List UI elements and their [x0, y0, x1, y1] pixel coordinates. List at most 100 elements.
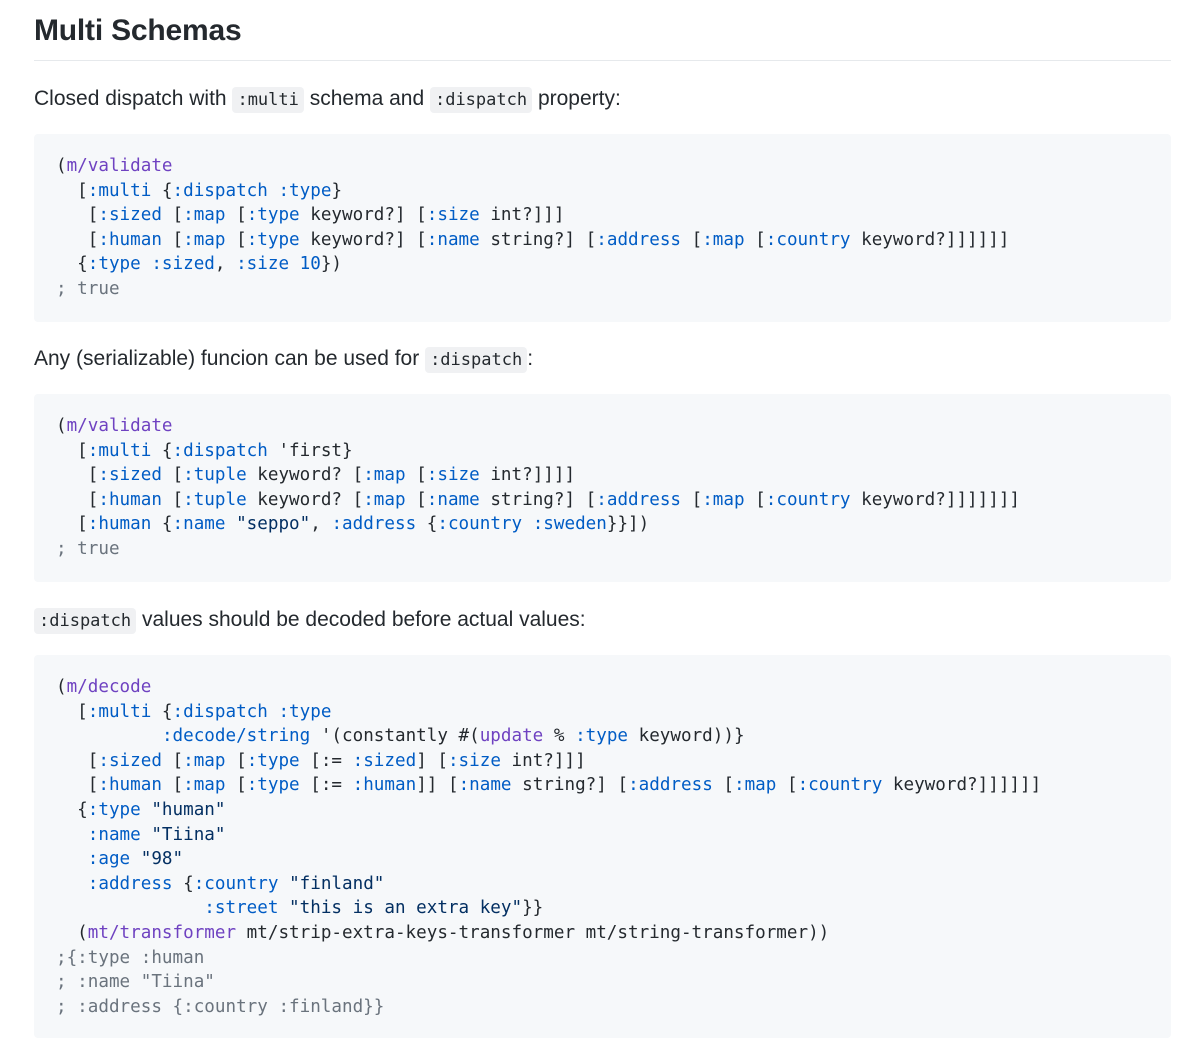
code-keyword: :decode/string — [161, 726, 311, 747]
code-line: (m/validate — [56, 154, 1009, 179]
code-line: [:human [:map [:type [:= :human]] [:name… — [56, 773, 1041, 798]
code-line: :decode/string '(constantly #(update % :… — [56, 724, 1041, 749]
code-number: 10 — [299, 254, 321, 275]
code-text: [ — [161, 750, 184, 771]
code-keyword: :address — [628, 775, 713, 796]
code-keyword: :size — [426, 465, 480, 486]
code-text: }) — [320, 254, 343, 275]
code-function: update — [479, 726, 544, 747]
code-line: ; :address {:country :finland}} — [56, 995, 1041, 1020]
code-text: [ — [161, 775, 184, 796]
code-keyword: :human — [87, 514, 152, 535]
code-text: int?]]] — [479, 205, 565, 226]
code-text: [ — [161, 465, 184, 486]
code-string: "seppo" — [236, 514, 311, 535]
code-text: [ — [56, 229, 99, 250]
code-keyword: :sized — [98, 205, 162, 226]
code-text: { — [172, 873, 194, 894]
code-text: ]] [ — [416, 775, 459, 796]
code-text: keyword?] [ — [299, 205, 427, 226]
code-keyword: :type — [246, 775, 300, 796]
paragraph-decode-dispatch: :dispatch values should be decoded befor… — [34, 605, 586, 636]
code-line: (mt/transformer mt/strip-extra-keys-tran… — [56, 921, 1041, 946]
inline-code-dispatch: :dispatch — [425, 347, 528, 373]
code-line: {:type "human" — [56, 798, 1041, 823]
code-keyword: :type — [87, 799, 141, 820]
code-keyword: :type — [246, 205, 300, 226]
code-text: [ — [225, 205, 247, 226]
code-keyword: :name — [458, 775, 512, 796]
code-comment: ; :address {:country :finland}} — [56, 996, 385, 1017]
code-keyword: :map — [183, 205, 226, 226]
code-line: :age "98" — [56, 847, 1041, 872]
code-keyword: :tuple — [183, 489, 247, 510]
code-text: [ — [56, 701, 88, 722]
code-keyword: :country — [437, 514, 523, 535]
code-keyword: :size — [236, 254, 290, 275]
code-keyword: :type — [87, 254, 141, 275]
code-text: [ — [225, 229, 247, 250]
code-text: { — [151, 440, 173, 461]
code-line: [:human {:name "seppo", :address {:count… — [56, 512, 1020, 537]
code-function: m/decode — [66, 677, 152, 697]
code-keyword: :tuple — [183, 465, 247, 486]
code-line: [:human [:tuple keyword? [:map [:name st… — [56, 488, 1020, 513]
code-text: { — [151, 701, 173, 722]
code-keyword: :name — [87, 824, 141, 845]
code-function: mt/transformer — [87, 922, 237, 943]
code-keyword: :country — [765, 229, 851, 250]
readme-section: Multi Schemas Closed dispatch with :mult… — [0, 0, 1200, 1063]
code-text: keyword? [ — [246, 465, 364, 486]
code-block-1: (m/validate [:multi {:dispatch :type} [:… — [34, 134, 1171, 322]
code-keyword: :address — [87, 873, 173, 894]
code-keyword: :name — [426, 489, 480, 510]
code-line: [:multi {:dispatch :type} — [56, 179, 1009, 204]
code-text: keyword?]]]]]] — [882, 775, 1042, 796]
code-text: [ — [776, 775, 798, 796]
code-keyword: :country — [797, 775, 883, 796]
code-line: :address {:country "finland" — [56, 872, 1041, 897]
code-string: "human" — [151, 799, 226, 820]
heading-divider — [34, 60, 1171, 61]
inline-code-multi: :multi — [232, 87, 304, 113]
code-keyword: :map — [363, 489, 406, 510]
code-string: "98" — [140, 849, 184, 870]
code-text: [ — [161, 489, 184, 510]
code-text: ( — [56, 922, 88, 943]
code-keyword: :type — [575, 726, 629, 747]
code-keyword: :map — [702, 489, 745, 510]
code-text: int?]]]] — [479, 465, 576, 486]
code-keyword: :country — [193, 873, 279, 894]
code-keyword: :multi — [87, 440, 152, 461]
inline-code-dispatch: :dispatch — [429, 87, 533, 113]
code-keyword: :size — [447, 750, 501, 771]
code-keyword: :address — [596, 489, 682, 510]
code-keyword: :human — [352, 775, 417, 796]
code-comment: ; true — [56, 538, 120, 559]
code-keyword: :multi — [87, 701, 152, 722]
code-text: [ — [56, 775, 99, 796]
code-keyword: :map — [183, 775, 226, 796]
code-text: ( — [56, 156, 67, 176]
code-keyword: :dispatch — [172, 440, 268, 461]
code-keyword: :human — [98, 775, 162, 796]
code-line: ; :name "Tiina" — [56, 970, 1041, 995]
code-text: string?] [ — [511, 775, 629, 796]
code-keyword: :sweden — [532, 514, 607, 535]
code-text: % — [543, 726, 576, 747]
code-text: [ — [225, 750, 247, 771]
code-line: :name "Tiina" — [56, 823, 1041, 848]
code-function: m/validate — [66, 416, 173, 436]
code-keyword: :size — [426, 205, 480, 226]
code-text: { — [416, 514, 438, 535]
code-function: m/validate — [66, 156, 173, 176]
code-block-2-content: (m/validate [:multi {:dispatch 'first} [… — [56, 414, 1020, 562]
code-text: , — [310, 514, 332, 535]
code-keyword: :dispatch — [172, 180, 268, 201]
